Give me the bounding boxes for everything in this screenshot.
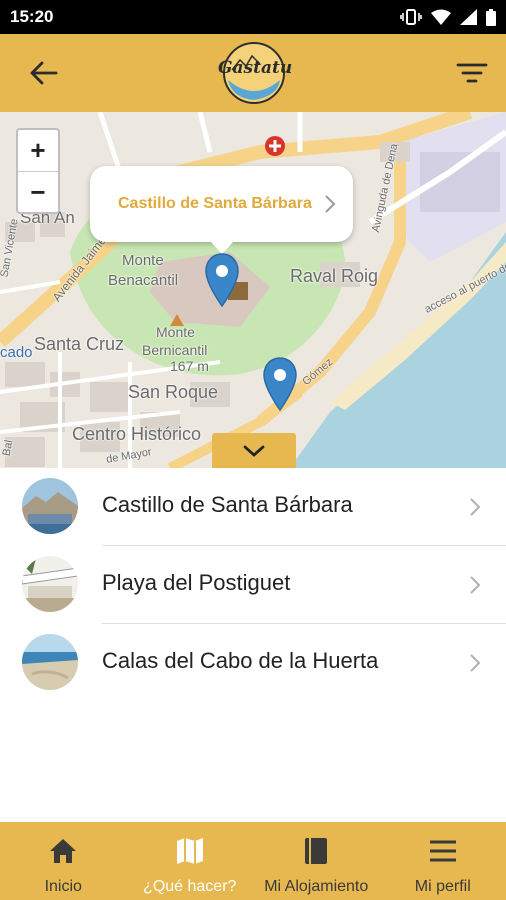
map-pin-postiguet[interactable] [262,356,298,412]
app-logo: Gastatu [218,40,293,106]
map-label: Monte [122,252,164,269]
battery-icon [486,8,496,26]
zoom-in-button[interactable]: + [18,130,58,171]
status-time: 15:20 [10,7,54,26]
vibrate-icon [400,9,422,25]
nav-mi-perfil[interactable]: Mi perfil [380,822,506,900]
status-icons [400,8,496,26]
map-label: Bernicantil [142,342,208,358]
nav-label: Mi perfil [414,878,471,895]
nav-que-hacer[interactable]: ¿Qué hacer? [127,822,254,900]
chevron-right-icon [470,498,481,516]
place-thumbnail [22,634,78,690]
popup-title: Castillo de Santa Bárbara [118,195,312,212]
map-label: cado [0,344,33,361]
map-label: Santa Cruz [34,334,125,354]
bottom-navigation: Inicio ¿Qué hacer? Mi Alojamiento Mi per… [0,822,506,900]
map-pin-castillo[interactable] [204,252,240,308]
list-item[interactable]: Playa del Postiguet [0,546,506,624]
list-item-label: Calas del Cabo de la Huerta [102,648,379,673]
list-item-label: Castillo de Santa Bárbara [102,492,353,517]
list-item-label: Playa del Postiguet [102,570,291,595]
map-icon [176,838,203,864]
map-view[interactable]: San An Monte Benacantil Raval Roig Santa… [0,112,506,468]
status-bar: 15:20 [0,0,506,34]
chevron-right-icon [325,195,336,213]
chevron-right-icon [470,654,481,672]
chevron-down-icon [243,445,265,457]
filter-icon [456,63,488,83]
filter-button[interactable] [454,58,490,88]
app-bar: Gastatu [0,34,506,112]
logo-text: Gastatu [218,58,293,78]
chevron-right-icon [470,576,481,594]
nav-label: ¿Qué hacer? [143,878,237,895]
map-label: Monte [156,324,195,340]
map-label: San Roque [128,382,219,402]
place-thumbnail [22,478,78,534]
home-icon [50,839,77,863]
list-item[interactable]: Castillo de Santa Bárbara [0,468,506,546]
map-popup[interactable]: Castillo de Santa Bárbara [90,166,353,254]
zoom-out-button[interactable]: − [18,171,58,212]
nav-label: Mi Alojamiento [264,878,369,895]
map-label: 167 m [170,358,209,374]
signal-icon [460,9,477,25]
wifi-icon [431,9,451,25]
menu-icon [429,840,456,862]
list-item[interactable]: Calas del Cabo de la Huerta [0,624,506,702]
back-button[interactable] [28,58,62,88]
places-list: Castillo de Santa Bárbara Playa del Post… [0,468,506,702]
place-thumbnail [22,556,78,612]
map-label: Centro Histórico [72,424,202,444]
map-label: Raval Roig [290,266,379,286]
nav-label: Inicio [44,878,82,895]
book-icon [305,838,328,864]
map-label: Benacantil [108,272,179,289]
zoom-control: + − [16,128,60,214]
arrow-left-icon [30,61,58,85]
nav-mi-alojamiento[interactable]: Mi Alojamiento [253,822,380,900]
nav-inicio[interactable]: Inicio [0,822,127,900]
collapse-map-button[interactable] [212,433,296,468]
